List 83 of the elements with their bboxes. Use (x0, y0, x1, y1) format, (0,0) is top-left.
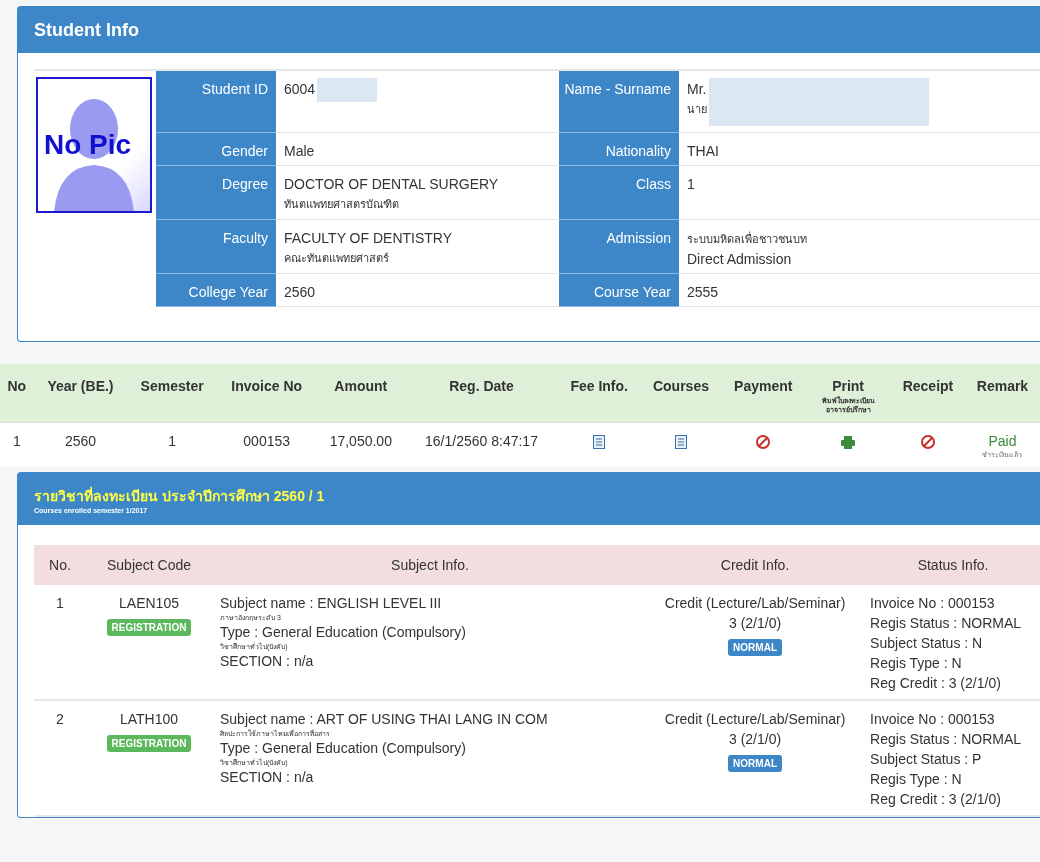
status-detail: Subject Status : N (870, 635, 984, 652)
field-label: College Year (156, 274, 276, 307)
column-header: Status Info. (862, 545, 1040, 586)
table-cell: 16/1/2560 8:47:17 (405, 422, 558, 467)
table-cell: 1 (0, 422, 34, 467)
subject-detail: SECTION : n/a (220, 769, 315, 786)
field-label: Admission (559, 220, 679, 274)
field-value: คณะทันตแพทยศาสตร์ (284, 251, 390, 266)
column-header: Invoice No (216, 364, 317, 423)
field-label: Faculty (156, 220, 276, 274)
column-header: Receipt (891, 364, 965, 423)
subject-code: LATH100 (118, 711, 180, 728)
field-value: 2555 (687, 284, 719, 300)
normal-badge: NORMAL (728, 639, 782, 657)
column-header: Semester (127, 364, 217, 423)
field-label: Name - Surname (559, 71, 679, 133)
column-header: Remark (964, 364, 1040, 423)
status-detail: Reg Credit : 3 (2/1/0) (870, 791, 1002, 808)
column-header: Amount (316, 364, 406, 423)
column-header: Courses (640, 364, 722, 423)
column-header: Reg. Date (405, 364, 558, 423)
prohibited-icon[interactable] (755, 434, 772, 451)
registration-badge: REGISTRATION (106, 619, 192, 637)
subject-code: LAEN105 (118, 595, 180, 612)
field-value: Direct Admission (687, 251, 793, 267)
status-detail: Subject Status : P (870, 751, 983, 768)
subject-detail: Subject name : ART OF USING THAI LANG IN COM (220, 711, 549, 728)
field-value: ระบบมหิดลเพื่อชาวชนบท (687, 230, 807, 247)
registration-badge: REGISTRATION (106, 735, 192, 753)
field-label: Class (559, 166, 679, 220)
redaction-block (317, 78, 378, 102)
field-value: 6004 (284, 81, 316, 97)
field-value: นาย (687, 102, 707, 117)
field-value: THAI (687, 143, 719, 159)
table-cell: 2560 (33, 422, 128, 467)
column-header: Year (BE.) (33, 364, 128, 423)
field-label: Nationality (559, 133, 679, 166)
credit-detail: 3 (2/1/0) (728, 731, 783, 748)
printer-icon[interactable] (841, 435, 856, 450)
document-icon[interactable] (674, 435, 687, 450)
column-header: Subject Info. (212, 545, 648, 586)
field-value: Mr. (687, 81, 707, 97)
column-header: No. (34, 545, 86, 586)
table-cell: 17,050.00 (316, 422, 406, 467)
field-value: 1 (687, 176, 695, 192)
credit-detail: 3 (2/1/0) (728, 615, 783, 632)
column-header: Credit Info. (648, 545, 863, 586)
field-label: Degree (156, 166, 276, 220)
credit-detail: Credit (Lecture/Lab/Seminar) (663, 595, 847, 612)
column-header: No (0, 364, 34, 423)
prohibited-icon[interactable] (919, 434, 936, 451)
document-icon[interactable] (593, 435, 606, 450)
subject-detail: Type : General Education (Compulsory) (220, 740, 467, 757)
column-header: Payment (721, 364, 806, 423)
table-cell: 000153 (216, 422, 317, 467)
field-value: DOCTOR OF DENTAL SURGERY (284, 176, 499, 192)
paid-status: Paid (987, 433, 1018, 450)
field-value: FACULTY OF DENTISTRY (284, 230, 453, 246)
normal-badge: NORMAL (728, 755, 782, 773)
table-cell: 2 (34, 700, 86, 817)
panel-title: Student Info (34, 19, 139, 41)
status-detail: Regis Status : NORMAL (870, 615, 1023, 632)
field-value: ทันตแพทยศาสตรบัณฑิต (284, 197, 400, 212)
status-detail: Invoice No : 000153 (870, 595, 996, 612)
credit-detail: Credit (Lecture/Lab/Seminar) (663, 711, 847, 728)
field-value: 2560 (284, 284, 316, 300)
field-label: Student ID (156, 71, 276, 133)
field-value: Male (284, 143, 315, 159)
field-label: Gender (156, 133, 276, 166)
panel-title: รายวิชาที่ลงทะเบียน ประจำปีการศึกษา 2560 / 1 (34, 485, 325, 506)
column-header: Subject Code (86, 545, 212, 586)
table-cell: 1 (127, 422, 217, 467)
table-cell: 1 (34, 585, 86, 701)
status-detail: Regis Status : NORMAL (870, 731, 1023, 748)
subject-detail: Subject name : ENGLISH LEVEL III (220, 595, 443, 612)
status-detail: Regis Type : N (870, 771, 963, 788)
status-detail: Regis Type : N (870, 655, 963, 672)
subject-detail: Type : General Education (Compulsory) (220, 624, 467, 641)
status-detail: Invoice No : 000153 (870, 711, 996, 728)
column-header: Fee Info. (557, 364, 641, 423)
status-detail: Reg Credit : 3 (2/1/0) (870, 675, 1002, 692)
field-label: Course Year (559, 274, 679, 307)
subject-detail: SECTION : n/a (220, 653, 315, 670)
